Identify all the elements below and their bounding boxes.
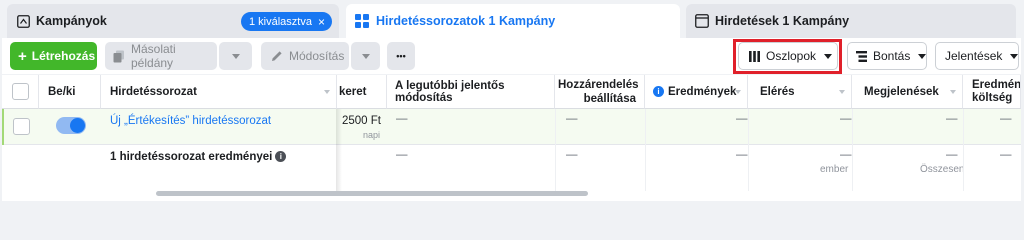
campaign-folder-icon [17,14,30,28]
breakdown-button[interactable]: Bontás [847,42,927,70]
tab-bar: Kampányok 1 kiválasztva × Hirdetéssoroza… [0,0,1024,38]
last-edit-value: — [396,113,408,125]
reports-button-label: Jelentések [945,49,1003,63]
summary-results: — [736,149,748,161]
copy-icon [113,50,125,63]
results-value: — [736,113,748,125]
column-divider [645,109,646,191]
duplicate-button[interactable]: Másolati példány [105,42,217,70]
ads-page-icon [695,14,709,28]
column-header-reach[interactable]: Elérés [748,75,852,109]
onoff-toggle[interactable] [56,117,86,134]
summary-attribution: — [566,149,578,161]
tab-adsets[interactable]: Hirdetéssorozatok 1 Kampány [346,4,680,38]
horizontal-scrollbar[interactable] [156,191,588,196]
columns-button[interactable]: Oszlopok [738,42,838,70]
breakdown-button-label: Bontás [873,49,911,63]
cost-value: — [1000,113,1012,125]
info-icon[interactable]: i [653,86,664,97]
summary-label-text: 1 hirdetéssorozat eredményei [110,151,273,163]
impressions-value: — [946,113,958,125]
chevron-down-icon [1010,53,1019,59]
column-header-budget-label: keret [339,85,367,98]
chevron-down-icon [231,53,240,59]
pencil-icon [271,50,283,62]
close-icon[interactable]: × [318,16,325,28]
create-button-label: Létrehozás [31,49,96,63]
column-header-results-label: Eredmények [668,85,737,98]
tab-campaigns[interactable]: Kampányok 1 kiválasztva × [7,4,339,38]
sort-icon [324,90,330,94]
more-options-button[interactable]: ••• [387,42,415,70]
budget-period: napi [363,130,381,140]
edit-button-label: Módosítás [289,49,345,63]
column-header-onoff[interactable]: Be/ki [39,75,101,109]
toggle-knob [70,118,85,133]
column-header-adset[interactable]: Hirdetéssorozat [101,75,337,109]
frozen-column-shadow [336,109,342,191]
adsets-table: Be/ki Hirdetéssorozat keret A legutóbbi … [2,75,1021,201]
column-header-adset-label: Hirdetéssorozat [110,85,197,98]
duplicate-dropdown-button[interactable] [219,42,252,70]
columns-icon [749,50,760,62]
columns-button-label: Oszlopok [766,49,817,63]
column-header-impressions-label: Megjelenések [864,85,939,98]
sort-icon [839,90,845,94]
column-header-budget[interactable]: keret [337,75,387,109]
column-header-impressions[interactable]: Megjelenések [852,75,963,109]
summary-reach: — [840,149,852,161]
tab-campaigns-label: Kampányok [36,14,107,28]
column-header-attribution[interactable]: Hozzárendelés beállítása [555,75,645,109]
toolbar: + Létrehozás Másolati példány Módosítás … [2,38,1021,74]
column-header-attribution-label: Hozzárendelés beállítása [558,78,639,105]
tab-ads-label: Hirdetések 1 Kampány [715,14,850,28]
summary-last-edit: — [396,149,408,161]
row-selected-indicator [2,109,4,145]
plus-icon: + [18,47,27,65]
create-button[interactable]: + Létrehozás [10,42,97,70]
duplicate-button-label: Másolati példány [131,42,176,70]
column-divider [555,109,556,191]
budget-value: 2500 Ft [342,115,381,127]
row-checkbox[interactable] [13,118,30,135]
tab-adsets-label: Hirdetéssorozatok 1 Kampány [376,14,556,28]
column-header-cost-label: Eredmények költség [972,78,1021,104]
adset-name-link[interactable]: Új „Értékesítés” hirdetéssorozat [110,115,271,127]
select-all-checkbox[interactable] [12,83,29,100]
summary-cost: — [1000,149,1012,161]
summary-impressions: — [946,149,958,161]
column-header-last-edit-label: A legutóbbi jelentős módosítás [395,79,505,104]
sort-icon [735,90,741,94]
chevron-down-icon [361,53,370,59]
chevron-down-icon [918,53,927,59]
summary-label: 1 hirdetéssorozat eredményei i [110,151,287,163]
header-select-all [2,75,39,109]
column-divider [852,109,853,191]
attribution-value: — [566,113,578,125]
chevron-down-icon [824,53,833,59]
summary-reach-unit: ember [820,164,849,175]
column-header-cost[interactable]: Eredmények költség [963,75,1021,109]
adsets-grid-icon [354,13,370,29]
more-options-label: ••• [396,51,406,61]
reach-value: — [840,113,852,125]
selected-count-label: 1 kiválasztva [249,15,312,28]
breakdown-icon [856,50,867,62]
summary-impressions-unit: Összesen [920,164,965,175]
info-icon[interactable]: i [275,151,287,163]
reports-button[interactable]: Jelentések [935,42,1019,70]
edit-button[interactable]: Módosítás [261,42,349,70]
tab-ads[interactable]: Hirdetések 1 Kampány [686,4,1016,38]
sort-icon [950,90,956,94]
selected-count-badge[interactable]: 1 kiválasztva × [241,12,332,31]
column-divider [748,109,749,191]
column-header-reach-label: Elérés [760,85,795,98]
column-divider [963,109,964,191]
column-header-last-edit[interactable]: A legutóbbi jelentős módosítás [387,75,555,109]
column-header-results[interactable]: i Eredmények [645,75,748,109]
edit-dropdown-button[interactable] [351,42,380,70]
